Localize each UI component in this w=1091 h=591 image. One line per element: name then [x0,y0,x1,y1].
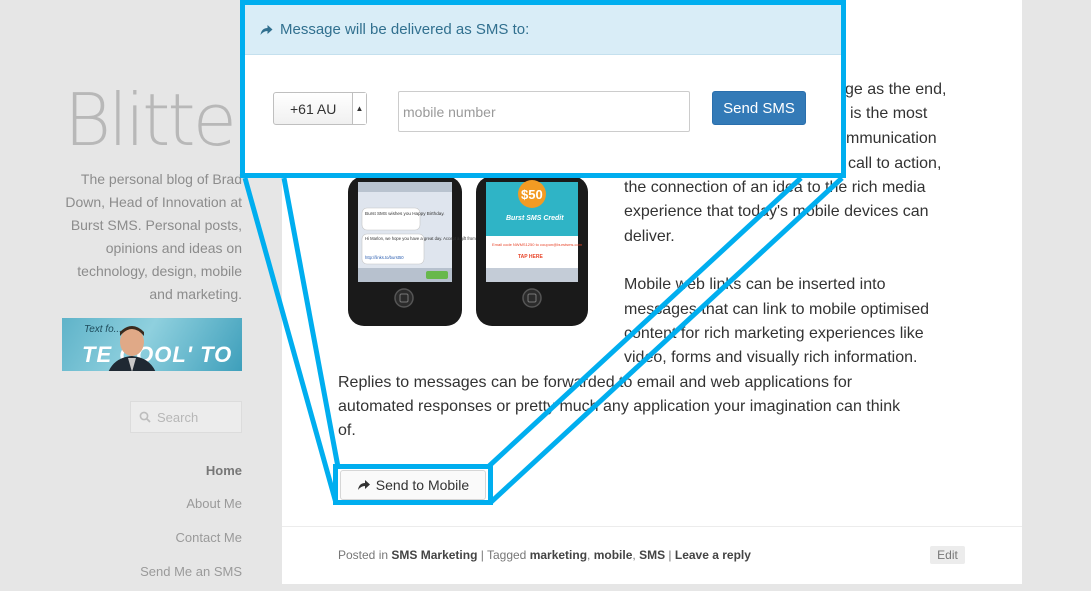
post-text-line: experience that today's mobile devices c… [624,203,929,220]
post-text-line: deliver. [624,228,675,245]
tagline-line: technology, design, mobile [77,263,242,279]
post-text-line: of. [338,422,356,439]
sidebar-banner-image[interactable]: Text fo... TE COOL' TO [62,318,242,371]
search-icon [139,411,151,423]
search-input[interactable]: Search [157,410,198,425]
country-code-value: +61 AU [290,100,337,117]
send-to-mobile-label: Send to Mobile [375,477,470,493]
dropdown-arrow-icon[interactable]: ▲ [352,93,366,124]
post-text-line: content for rich marketing experiences l… [624,325,924,342]
phone-credit-label: Burst SMS Credit [506,215,564,222]
country-code-select[interactable]: +61 AU ▲ [273,92,367,125]
blog-tagline: The personal blog of Brad Down, Head of … [62,168,242,306]
popup-header-text: Message will be delivered as SMS to: [280,21,530,38]
post-text-line: the connection of an idea to the rich me… [624,179,926,196]
meta-separator: | [665,548,675,562]
post-footer-divider [282,526,1022,527]
meta-tagged-label: | Tagged [477,548,530,562]
post-text-line: Replies to messages can be forwarded to … [338,374,853,391]
post-text-line: is the most [850,105,928,122]
post-text-line: Mobile web links can be inserted into [624,276,886,293]
search-box[interactable]: Search [130,401,242,433]
post-meta: Posted in SMS Marketing | Tagged marketi… [338,548,751,562]
mobile-number-input[interactable] [398,91,690,132]
phone-sms-header-text: Burst SMS wishes you Happy Birthday. [365,211,445,216]
phone-sms-link-text: http://links.to/burst50 [365,255,404,260]
tagline-line: opinions and ideas on [105,240,242,256]
blog-title[interactable]: Blitters [64,78,298,162]
meta-category-link[interactable]: SMS Marketing [391,548,477,562]
popup-header: Message will be delivered as SMS to: [245,5,841,55]
meta-tag-link[interactable]: mobile [594,548,633,562]
tagline-line: and marketing. [149,286,242,302]
nav-item-home[interactable]: Home [206,463,242,478]
nav-item-contact-me[interactable]: Contact Me [176,530,242,545]
post-text-line: ge as the end, [845,81,947,98]
leave-reply-link[interactable]: Leave a reply [675,548,751,562]
meta-posted-in-label: Posted in [338,548,389,562]
nav-item-send-me-an-sms[interactable]: Send Me an SMS [140,564,242,579]
post-text-line: call to action, [848,155,942,172]
share-arrow-icon [260,24,273,35]
send-sms-button[interactable]: Send SMS [712,91,806,125]
phone-right: $50 Burst SMS Credit Email code NWMS1250… [476,176,588,326]
share-arrow-icon [357,480,370,490]
phone-cta-text: TAP HERE [518,254,543,260]
post-text-line: mmunication [846,130,937,147]
meta-tag-link[interactable]: marketing [530,548,587,562]
edit-button[interactable]: Edit [930,546,965,564]
phones-illustration: Burst SMS wishes you Happy Birthday. Hi … [348,176,588,326]
person-photo-icon [108,326,156,371]
send-to-mobile-button[interactable]: Send to Mobile [340,470,486,500]
post-text-line: messages that can link to mobile optimis… [624,301,930,318]
tagline-line: Down, Head of Innovation at [65,194,242,210]
nav-item-about-me[interactable]: About Me [186,496,242,511]
post-text-line: video, forms and visually rich informati… [624,349,918,366]
post-text-line: automated responses or pretty much any a… [338,398,901,415]
phone-credit-amount: $50 [521,187,543,202]
sms-popup: Message will be delivered as SMS to: +61… [240,0,846,178]
phone-code-text: Email code NWMS1250 to coupon@burstsms.c… [492,242,583,247]
tagline-line: The personal blog of Brad [80,171,242,187]
meta-tag-link[interactable]: SMS [639,548,665,562]
tagline-line: Burst SMS. Personal posts, [70,217,242,233]
